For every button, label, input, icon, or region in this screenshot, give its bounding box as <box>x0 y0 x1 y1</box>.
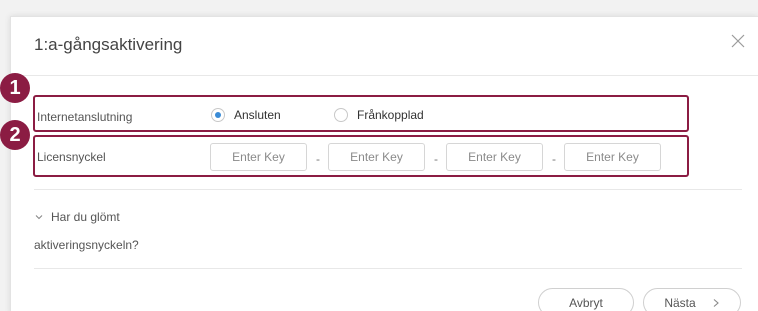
cancel-button[interactable]: Avbryt <box>538 288 634 311</box>
header-divider <box>11 75 758 76</box>
highlight-box-license <box>33 135 689 177</box>
highlight-box-internet <box>33 95 689 132</box>
next-button[interactable]: Nästa <box>643 288 741 311</box>
activation-dialog: 1:a-gångsaktivering Internetanslutning A… <box>10 16 758 311</box>
close-icon[interactable] <box>731 34 745 48</box>
footer-divider <box>34 268 742 269</box>
chevron-right-icon <box>713 298 719 307</box>
section-divider <box>34 189 742 190</box>
forgot-key-text-2: aktiveringsnyckeln? <box>34 238 139 252</box>
dialog-title: 1:a-gångsaktivering <box>34 35 183 54</box>
forgot-key-text-1: Har du glömt <box>51 210 120 224</box>
step-badge-1: 1 <box>0 73 30 103</box>
next-button-label: Nästa <box>664 295 696 310</box>
step-badge-2: 2 <box>0 120 30 150</box>
forgot-key-toggle[interactable]: Har du glömt <box>34 210 120 224</box>
cancel-button-label: Avbryt <box>569 295 603 310</box>
chevron-down-icon <box>35 215 43 220</box>
